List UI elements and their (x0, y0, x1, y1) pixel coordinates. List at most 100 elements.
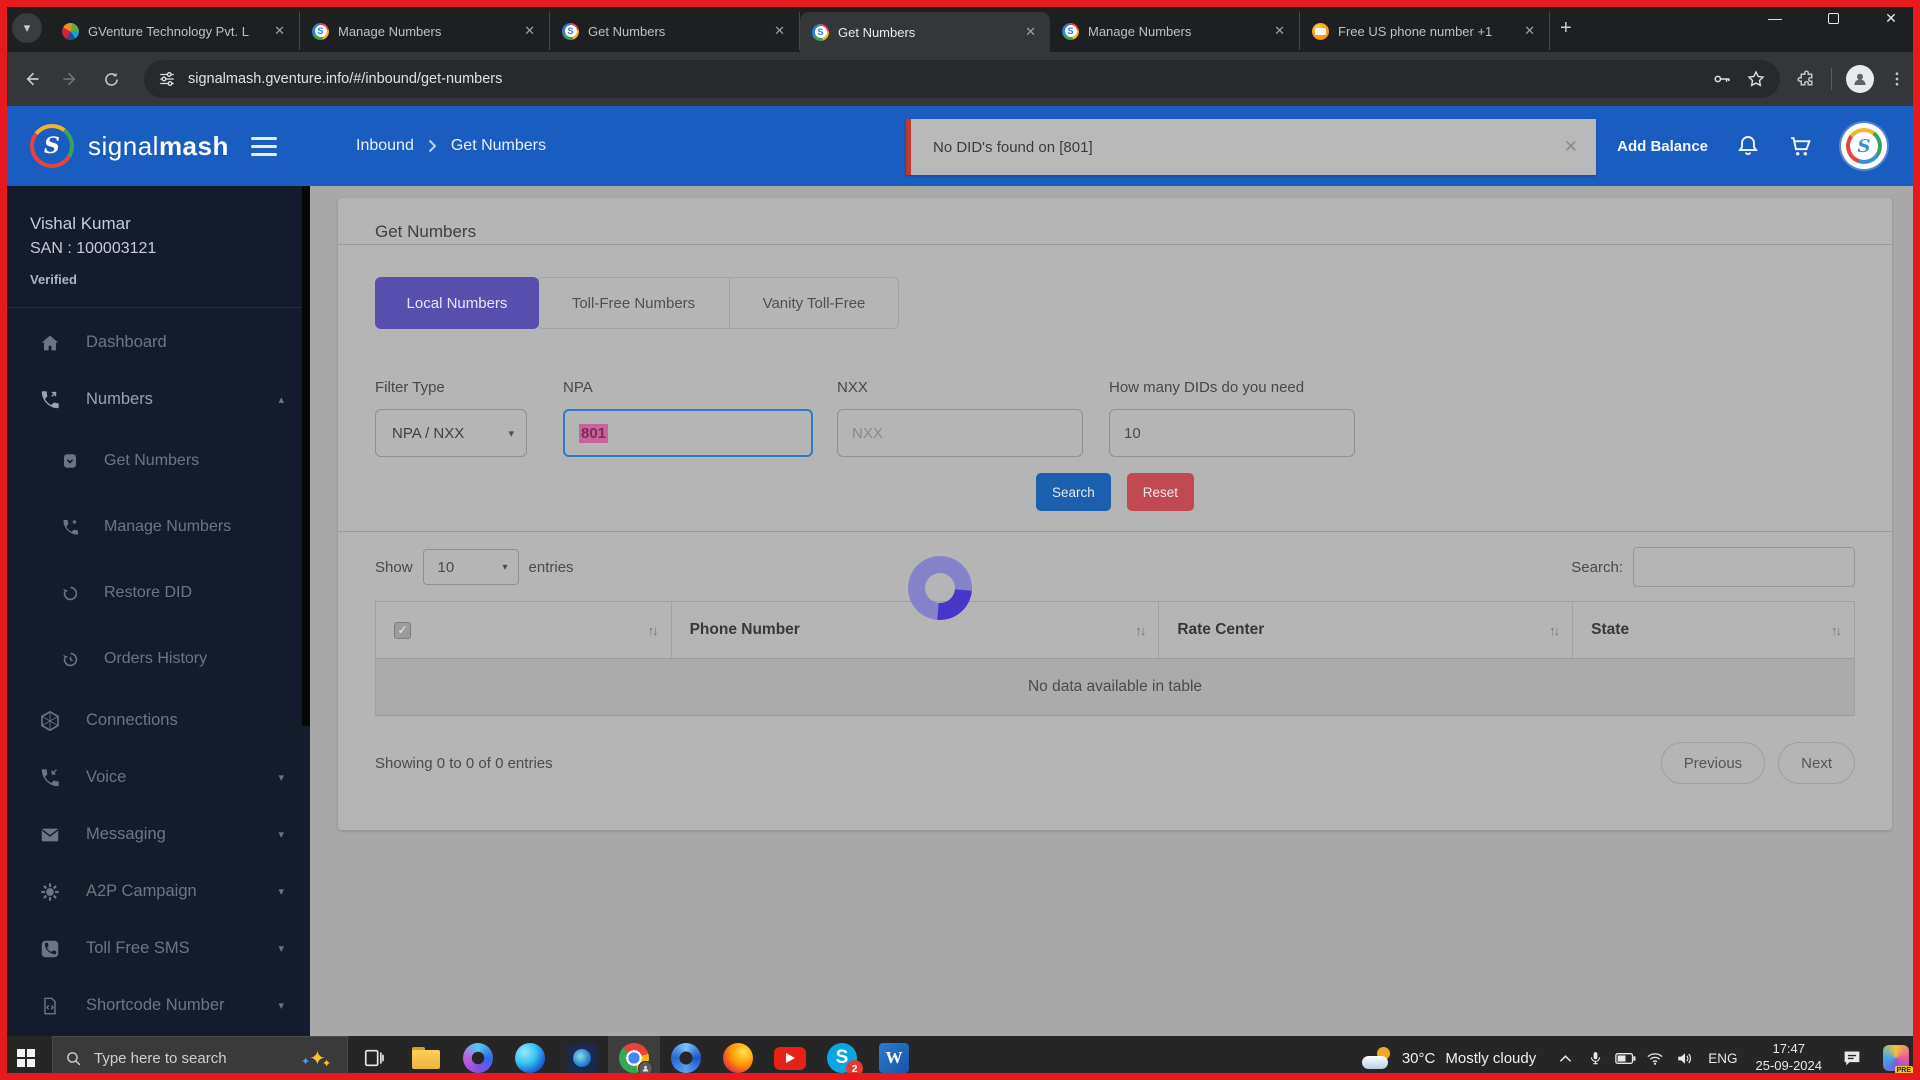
notification-center-button[interactable] (1832, 1036, 1872, 1080)
tab-close-icon[interactable]: ✕ (270, 21, 289, 41)
table-header-state[interactable]: State ↑↓ (1573, 602, 1854, 658)
app-header: signalmash Inbound Get Numbers No DID's … (0, 106, 1920, 186)
user-avatar[interactable] (1841, 123, 1887, 169)
task-view-icon (363, 1047, 385, 1069)
table-header-rate-center[interactable]: Rate Center ↑↓ (1159, 602, 1573, 658)
notifications-bell-button[interactable] (1736, 134, 1760, 158)
extensions-button[interactable] (1796, 69, 1817, 90)
table-search-input[interactable] (1633, 547, 1855, 587)
maximize-button[interactable] (1804, 0, 1862, 36)
mail-favicon-icon (1312, 23, 1329, 40)
notification-close-icon[interactable]: ✕ (1564, 137, 1578, 157)
file-explorer-button[interactable] (400, 1036, 452, 1080)
sidebar-item-get-numbers[interactable]: Get Numbers (0, 428, 310, 494)
volume-tray-button[interactable] (1670, 1036, 1700, 1080)
skype-button[interactable]: S2 (816, 1036, 868, 1080)
chrome-button[interactable] (608, 1036, 660, 1080)
close-window-button[interactable]: ✕ (1862, 0, 1920, 36)
sidebar-item-numbers[interactable]: Numbers ▴ (0, 371, 310, 428)
language-indicator[interactable]: ENG (1700, 1051, 1745, 1066)
select-all-checkbox[interactable]: ✓ (394, 622, 411, 639)
did-count-input[interactable] (1109, 409, 1355, 457)
tab-search-button[interactable]: ▾ (12, 13, 42, 43)
filter-type-select[interactable]: NPA / NXX ▾ (375, 409, 527, 457)
sidebar-item-voice[interactable]: Voice ▾ (0, 749, 310, 806)
tab-close-icon[interactable]: ✕ (770, 21, 789, 41)
table-footer: Showing 0 to 0 of 0 entries Previous Nex… (375, 742, 1855, 784)
address-bar[interactable]: signalmash.gventure.info/#/inbound/get-n… (144, 60, 1780, 98)
reset-button[interactable]: Reset (1127, 473, 1194, 511)
breadcrumb-section[interactable]: Inbound (356, 137, 414, 155)
sidebar-item-toll-free-sms[interactable]: Toll Free SMS ▾ (0, 920, 310, 977)
show-label: Show (375, 559, 413, 576)
sort-icon[interactable]: ↑↓ (648, 623, 657, 638)
nxx-input[interactable] (837, 409, 1083, 457)
extensions-icon (1796, 69, 1817, 90)
sidebar-item-manage-numbers[interactable]: Manage Numbers (0, 494, 310, 560)
tab-toll-free-numbers[interactable]: Toll-Free Numbers (537, 277, 729, 329)
sidebar-item-messaging[interactable]: Messaging ▾ (0, 806, 310, 863)
browser-tab[interactable]: Free US phone number +1 ✕ (1300, 12, 1550, 50)
clock[interactable]: 17:47 25-09-2024 (1746, 1041, 1833, 1075)
sidebar-item-connections[interactable]: Connections (0, 692, 310, 749)
reload-button[interactable] (94, 62, 128, 96)
word-button[interactable]: W (868, 1036, 920, 1080)
firefox-button[interactable] (712, 1036, 764, 1080)
photos-app-button[interactable] (556, 1036, 608, 1080)
task-view-button[interactable] (348, 1036, 400, 1080)
tab-title: Free US phone number +1 (1338, 24, 1511, 39)
password-key-button[interactable] (1712, 69, 1732, 89)
weather-widget[interactable]: 30°C Mostly cloudy (1348, 1047, 1550, 1069)
sidebar-item-dashboard[interactable]: Dashboard (0, 314, 310, 371)
page-length-select[interactable]: 10 ▾ (423, 549, 519, 585)
npa-input[interactable]: 801 (563, 409, 813, 457)
copilot-preview-button[interactable] (1872, 1036, 1920, 1080)
forward-button[interactable] (54, 62, 88, 96)
sidebar-item-restore-did[interactable]: Restore DID (0, 560, 310, 626)
browser-tab[interactable]: GVenture Technology Pvt. L ✕ (50, 12, 300, 50)
search-button[interactable]: Search (1036, 473, 1111, 511)
battery-tray-button[interactable] (1610, 1036, 1640, 1080)
browser-tab[interactable]: Manage Numbers ✕ (1050, 12, 1300, 50)
tab-vanity-toll-free[interactable]: Vanity Toll-Free (729, 277, 899, 329)
sidebar-item-label: Orders History (104, 650, 207, 668)
youtube-button[interactable] (764, 1036, 816, 1080)
table-header-phone-number[interactable]: Phone Number ↑↓ (672, 602, 1160, 658)
tray-expand-button[interactable] (1550, 1036, 1580, 1080)
sidebar-scrollbar[interactable] (302, 186, 310, 726)
back-button[interactable] (14, 62, 48, 96)
sidebar-item-a2p-campaign[interactable]: A2P Campaign ▾ (0, 863, 310, 920)
start-button[interactable] (0, 1036, 52, 1080)
wifi-tray-button[interactable] (1640, 1036, 1670, 1080)
sidebar-item-shortcode-number[interactable]: Shortcode Number ▾ (0, 977, 310, 1034)
edge-button[interactable] (504, 1036, 556, 1080)
microphone-tray-button[interactable] (1580, 1036, 1610, 1080)
browser-menu-button[interactable] (1888, 70, 1906, 88)
minimize-button[interactable]: — (1746, 0, 1804, 36)
toolbar-right (1796, 65, 1906, 93)
bookmark-star-button[interactable] (1746, 69, 1766, 89)
signalmash-favicon-icon (1062, 23, 1079, 40)
sidebar-item-orders-history[interactable]: Orders History (0, 626, 310, 692)
hamburger-menu-icon[interactable] (251, 137, 277, 156)
next-page-button[interactable]: Next (1778, 742, 1855, 784)
browser-profile-avatar[interactable] (1846, 65, 1874, 93)
browser-tab[interactable]: Get Numbers ✕ (550, 12, 800, 50)
tab-close-icon[interactable]: ✕ (1021, 22, 1040, 42)
signalmash-logo-icon (30, 124, 74, 168)
tab-local-numbers[interactable]: Local Numbers (375, 277, 539, 329)
tab-close-icon[interactable]: ✕ (1270, 21, 1289, 41)
add-balance-link[interactable]: Add Balance (1617, 138, 1708, 155)
copilot-button[interactable] (452, 1036, 504, 1080)
browser-tab[interactable]: Manage Numbers ✕ (300, 12, 550, 50)
tab-close-icon[interactable]: ✕ (1520, 21, 1539, 41)
tab-close-icon[interactable]: ✕ (520, 21, 539, 41)
taskbar-search[interactable]: Type here to search ✦✦✦ (52, 1036, 348, 1080)
phone-square-icon (38, 938, 62, 960)
browser-tab-active[interactable]: Get Numbers ✕ (800, 12, 1050, 52)
new-tab-button[interactable]: + (1560, 17, 1572, 40)
loop-app-button[interactable] (660, 1036, 712, 1080)
previous-page-button[interactable]: Previous (1661, 742, 1765, 784)
cart-button[interactable] (1788, 134, 1813, 159)
brand: signalmash (0, 124, 310, 168)
